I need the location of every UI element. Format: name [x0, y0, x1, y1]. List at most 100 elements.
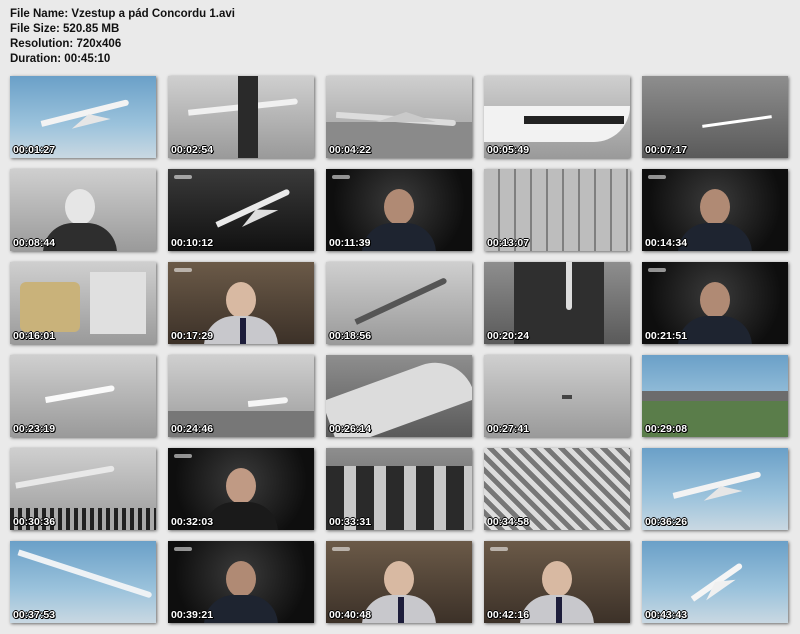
scene-shape — [362, 223, 436, 251]
thumbnail-grid: 00:01:27 00:02:54 00:04:22 00:05:49 00:07:17… — [10, 76, 790, 628]
file-size-text: File Size: 520.85 MB — [10, 23, 120, 35]
video-thumbnail: 00:20:24 — [484, 262, 630, 344]
video-thumbnail: 00:33:31 — [326, 448, 472, 530]
timestamp-label: 00:30:36 — [13, 516, 56, 528]
scene-shape — [556, 597, 562, 623]
video-thumbnail: 00:10:12 — [168, 169, 314, 251]
channel-logo — [174, 547, 192, 551]
video-thumbnail: 00:04:22 — [326, 76, 472, 158]
video-thumbnail: 00:40:48 — [326, 541, 472, 623]
video-thumbnail: 00:18:56 — [326, 262, 472, 344]
video-thumbnail: 00:34:58 — [484, 448, 630, 530]
video-thumbnail: 00:39:21 — [168, 541, 314, 623]
scene-shape — [384, 561, 414, 597]
scene-shape — [204, 595, 278, 623]
video-thumbnail: 00:30:36 — [10, 448, 156, 530]
timestamp-label: 00:10:12 — [171, 237, 214, 249]
scene-shape — [17, 549, 153, 599]
timestamp-label: 00:36:26 — [645, 516, 688, 528]
timestamp-label: 00:16:01 — [13, 330, 56, 342]
timestamp-label: 00:04:22 — [329, 144, 372, 156]
timestamp-label: 00:32:03 — [171, 516, 214, 528]
channel-logo — [648, 175, 666, 179]
scene-shape — [240, 318, 246, 344]
scene-shape — [700, 282, 730, 318]
scene-shape — [226, 282, 256, 318]
scene-shape — [542, 561, 572, 597]
video-thumbnail: 00:36:26 — [642, 448, 788, 530]
timestamp-label: 00:26:14 — [329, 423, 372, 435]
timestamp-label: 00:37:53 — [13, 609, 56, 621]
video-thumbnail: 00:05:49 — [484, 76, 630, 158]
timestamp-label: 00:14:34 — [645, 237, 688, 249]
scene-shape — [384, 189, 414, 225]
video-thumbnail: 00:43:43 — [642, 541, 788, 623]
channel-logo — [174, 454, 192, 458]
scene-shape — [642, 391, 788, 401]
timestamp-label: 00:01:27 — [13, 144, 56, 156]
scene-shape — [45, 384, 115, 404]
duration-text: Duration: 00:45:10 — [10, 53, 111, 65]
channel-logo — [490, 547, 508, 551]
timestamp-label: 00:17:29 — [171, 330, 214, 342]
timestamp-label: 00:20:24 — [487, 330, 530, 342]
video-thumbnail: 00:02:54 — [168, 76, 314, 158]
channel-logo — [332, 175, 350, 179]
scene-shape — [484, 106, 630, 142]
scene-shape — [247, 396, 289, 408]
timestamp-label: 00:39:21 — [171, 609, 214, 621]
channel-logo — [174, 175, 192, 179]
timestamp-label: 00:13:07 — [487, 237, 530, 249]
scene-shape — [65, 189, 95, 225]
video-thumbnail: 00:21:51 — [642, 262, 788, 344]
scene-shape — [354, 277, 448, 325]
scene-shape — [20, 282, 80, 332]
video-thumbnail: 00:37:53 — [10, 541, 156, 623]
scene-shape — [15, 465, 115, 489]
file-info-panel: File Name: Vzestup a pád Concordu 1.avi … — [10, 7, 235, 67]
timestamp-label: 00:42:16 — [487, 609, 530, 621]
video-thumbnail: 00:23:19 — [10, 355, 156, 437]
video-thumbnail: 00:11:39 — [326, 169, 472, 251]
video-thumbnail: 00:17:29 — [168, 262, 314, 344]
video-thumbnail: 00:26:14 — [326, 355, 472, 437]
timestamp-label: 00:34:58 — [487, 516, 530, 528]
scene-shape — [238, 76, 258, 158]
timestamp-label: 00:27:41 — [487, 423, 530, 435]
scene-shape — [562, 395, 572, 399]
scene-shape — [226, 561, 256, 597]
video-thumbnail: 00:07:17 — [642, 76, 788, 158]
resolution-text: Resolution: 720x406 — [10, 38, 122, 50]
scene-shape — [204, 502, 278, 530]
timestamp-label: 00:21:51 — [645, 330, 688, 342]
timestamp-label: 00:02:54 — [171, 144, 214, 156]
video-thumbnail: 00:29:08 — [642, 355, 788, 437]
scene-shape — [566, 262, 572, 310]
timestamp-label: 00:23:19 — [13, 423, 56, 435]
timestamp-label: 00:33:31 — [329, 516, 372, 528]
video-thumbnail: 00:14:34 — [642, 169, 788, 251]
timestamp-label: 00:24:46 — [171, 423, 214, 435]
timestamp-label: 00:43:43 — [645, 609, 688, 621]
video-thumbnail: 00:01:27 — [10, 76, 156, 158]
scene-shape — [376, 112, 436, 122]
timestamp-label: 00:08:44 — [13, 237, 56, 249]
channel-logo — [332, 547, 350, 551]
channel-logo — [174, 268, 192, 272]
timestamp-label: 00:29:08 — [645, 423, 688, 435]
video-thumbnail: 00:13:07 — [484, 169, 630, 251]
channel-logo — [648, 268, 666, 272]
file-name-text: File Name: Vzestup a pád Concordu 1.avi — [10, 8, 235, 20]
video-thumbnail: 00:24:46 — [168, 355, 314, 437]
timestamp-label: 00:40:48 — [329, 609, 372, 621]
scene-shape — [524, 116, 624, 124]
scene-shape — [678, 223, 752, 251]
video-thumbnail: 00:42:16 — [484, 541, 630, 623]
scene-shape — [90, 272, 146, 334]
video-thumbnail: 00:16:01 — [10, 262, 156, 344]
video-thumbnail: 00:32:03 — [168, 448, 314, 530]
timestamp-label: 00:05:49 — [487, 144, 530, 156]
timestamp-label: 00:18:56 — [329, 330, 372, 342]
scene-shape — [226, 468, 256, 504]
scene-shape — [398, 597, 404, 623]
